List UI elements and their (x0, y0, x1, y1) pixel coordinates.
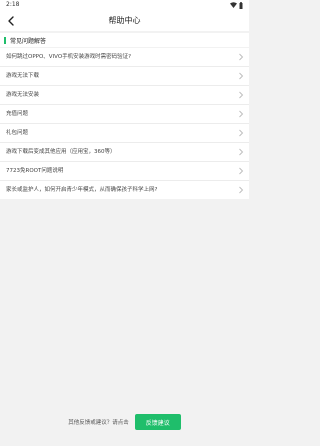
faq-item[interactable]: 家长或监护人，如何开启青少年模式，从而确保孩子科学上网? (0, 181, 249, 199)
footer: 其他反馈或建议？请点击 反馈建议 (0, 398, 249, 446)
feedback-button[interactable]: 反馈建议 (134, 414, 181, 430)
section-accent-bar (4, 36, 6, 44)
faq-item-label: 游戏无法下载 (6, 73, 40, 79)
chevron-right-icon (239, 110, 244, 118)
status-icons (230, 0, 243, 10)
faq-item[interactable]: 7723免ROOT问题说明 (0, 162, 249, 181)
nav-bar: 帮助中心 (0, 10, 249, 31)
wifi-icon (230, 2, 237, 8)
faq-list: 如何跳过OPPO、VIVO手机安装游戏时需密码验证? 游戏无法下载 游戏无法安装… (0, 48, 249, 199)
faq-item[interactable]: 如何跳过OPPO、VIVO手机安装游戏时需密码验证? (0, 48, 249, 67)
faq-item-label: 如何跳过OPPO、VIVO手机安装游戏时需密码验证? (6, 54, 132, 60)
chevron-right-icon (239, 129, 244, 137)
page-title: 帮助中心 (108, 16, 141, 25)
section-title: 常见问题解答 (10, 37, 47, 45)
chevron-right-icon (239, 167, 244, 175)
faq-item-label: 家长或监护人，如何开启青少年模式，从而确保孩子科学上网? (6, 187, 158, 193)
status-bar: 2:18 (0, 0, 249, 10)
faq-item-label: 7723免ROOT问题说明 (6, 168, 64, 174)
chevron-right-icon (239, 148, 244, 156)
back-arrow-icon (8, 15, 14, 26)
back-button[interactable] (3, 13, 18, 28)
battery-icon (239, 1, 243, 9)
faq-item[interactable]: 游戏无法下载 (0, 67, 249, 86)
faq-item[interactable]: 游戏下载后变成其他应用（应用宝，360等） (0, 143, 249, 162)
faq-section-header: 常见问题解答 (0, 33, 249, 47)
chevron-right-icon (239, 53, 244, 61)
faq-item[interactable]: 游戏无法安装 (0, 86, 249, 105)
chevron-right-icon (239, 186, 244, 194)
feedback-prompt: 其他反馈或建议？请点击 (68, 420, 129, 426)
chevron-right-icon (239, 91, 244, 99)
status-time: 2:18 (6, 1, 20, 8)
faq-item-label: 游戏无法安装 (6, 92, 40, 98)
faq-item[interactable]: 充值问题 (0, 105, 249, 124)
faq-item-label: 游戏下载后变成其他应用（应用宝，360等） (6, 149, 116, 155)
faq-item-label: 充值问题 (6, 111, 29, 117)
chevron-right-icon (239, 72, 244, 80)
faq-item[interactable]: 礼包问题 (0, 124, 249, 143)
faq-item-label: 礼包问题 (6, 130, 29, 136)
